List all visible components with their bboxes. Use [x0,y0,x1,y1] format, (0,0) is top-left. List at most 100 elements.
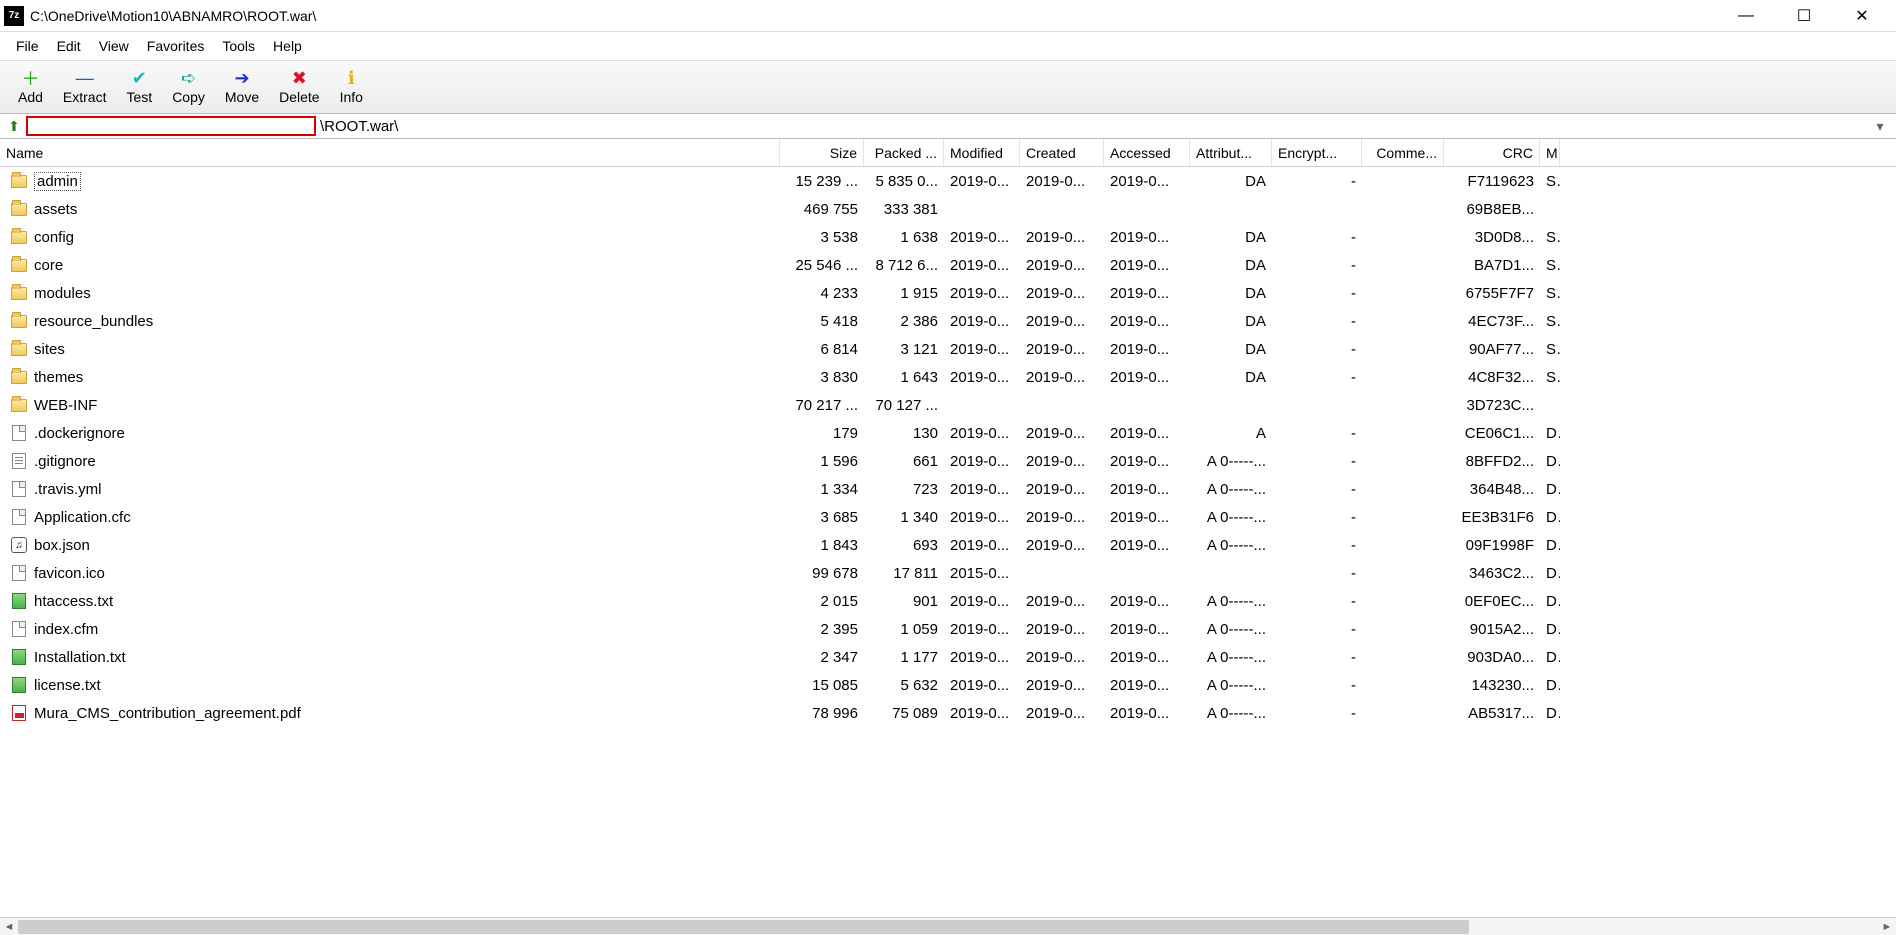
name-cell[interactable]: ♫box.json [0,536,780,554]
toolbar-move-button[interactable]: ➔Move [215,65,269,107]
toolbar-add-button[interactable]: ＋Add [8,65,53,107]
column-header-comme[interactable]: Comme... [1362,139,1444,166]
name-cell[interactable]: Application.cfc [0,508,780,526]
modified-cell: 2019-0... [944,173,1020,190]
menu-file[interactable]: File [8,36,47,56]
maximize-button[interactable]: ☐ [1784,2,1824,30]
column-header-encrypt[interactable]: Encrypt... [1272,139,1362,166]
file-row[interactable]: ♫box.json1 8436932019-0...2019-0...2019-… [0,531,1896,559]
file-name: .dockerignore [34,425,125,442]
name-cell[interactable]: config [0,228,780,246]
name-cell[interactable]: core [0,256,780,274]
close-button[interactable]: ✕ [1842,2,1882,30]
file-row[interactable]: resource_bundles5 4182 3862019-0...2019-… [0,307,1896,335]
toolbar-extract-button[interactable]: —Extract [53,65,117,107]
name-cell[interactable]: htaccess.txt [0,592,780,610]
file-row[interactable]: themes3 8301 6432019-0...2019-0...2019-0… [0,363,1896,391]
toolbar-info-button[interactable]: ℹInfo [330,65,373,107]
file-row[interactable]: htaccess.txt2 0159012019-0...2019-0...20… [0,587,1896,615]
m-cell: D [1540,593,1560,610]
column-header-m[interactable]: M [1540,139,1560,166]
path-text[interactable]: \ROOT.war\ [318,118,1868,135]
accessed-cell: 2019-0... [1104,621,1190,638]
name-cell[interactable]: assets [0,200,780,218]
created-cell: 2019-0... [1020,677,1104,694]
file-row[interactable]: .gitignore1 5966612019-0...2019-0...2019… [0,447,1896,475]
file-row[interactable]: favicon.ico99 67817 8112015-0...-3463C2.… [0,559,1896,587]
file-row[interactable]: Application.cfc3 6851 3402019-0...2019-0… [0,503,1896,531]
up-icon[interactable]: ⬆ [4,118,24,135]
name-cell[interactable]: license.txt [0,676,780,694]
file-row[interactable]: assets469 755333 38169B8EB... [0,195,1896,223]
name-cell[interactable]: WEB-INF [0,396,780,414]
toolbar-test-button[interactable]: ✔Test [117,65,163,107]
file-row[interactable]: index.cfm2 3951 0592019-0...2019-0...201… [0,615,1896,643]
name-cell[interactable]: .gitignore [0,452,780,470]
file-row[interactable]: .dockerignore1791302019-0...2019-0...201… [0,419,1896,447]
column-header-modified[interactable]: Modified [944,139,1020,166]
name-cell[interactable]: Installation.txt [0,648,780,666]
modified-cell: 2019-0... [944,481,1020,498]
column-header-attribut[interactable]: Attribut... [1190,139,1272,166]
enc-cell: - [1272,229,1362,246]
test-icon: ✔ [132,67,147,89]
file-row[interactable]: admin15 239 ...5 835 0...2019-0...2019-0… [0,167,1896,195]
file-row[interactable]: license.txt15 0855 6322019-0...2019-0...… [0,671,1896,699]
name-cell[interactable]: index.cfm [0,620,780,638]
menu-view[interactable]: View [91,36,137,56]
accessed-cell: 2019-0... [1104,425,1190,442]
scroll-track[interactable] [18,919,1878,935]
name-cell[interactable]: themes [0,368,780,386]
file-row[interactable]: sites6 8143 1212019-0...2019-0...2019-0.… [0,335,1896,363]
enc-cell: - [1272,705,1362,722]
attr-cell: A 0-----... [1190,593,1272,610]
menu-tools[interactable]: Tools [214,36,263,56]
file-name: sites [34,341,65,358]
menu-help[interactable]: Help [265,36,310,56]
file-name: Application.cfc [34,509,131,526]
scroll-left-icon[interactable]: ◄ [0,921,18,933]
minimize-button[interactable]: — [1726,2,1766,30]
column-header-packed[interactable]: Packed ... [864,139,944,166]
file-row[interactable]: config3 5381 6382019-0...2019-0...2019-0… [0,223,1896,251]
menu-favorites[interactable]: Favorites [139,36,213,56]
file-rows[interactable]: admin15 239 ...5 835 0...2019-0...2019-0… [0,167,1896,917]
column-header-accessed[interactable]: Accessed [1104,139,1190,166]
toolbar-label: Move [225,89,259,105]
folder-icon [10,368,28,386]
attr-cell: DA [1190,341,1272,358]
packed-cell: 1 638 [864,229,944,246]
name-cell[interactable]: resource_bundles [0,312,780,330]
menu-edit[interactable]: Edit [49,36,89,56]
horizontal-scrollbar[interactable]: ◄ ► [0,917,1896,935]
size-cell: 78 996 [780,705,864,722]
file-row[interactable]: WEB-INF70 217 ...70 127 ...3D723C... [0,391,1896,419]
name-cell[interactable]: sites [0,340,780,358]
path-dropdown-icon[interactable]: ▾ [1868,118,1892,135]
toolbar-delete-button[interactable]: ✖Delete [269,65,329,107]
column-header-name[interactable]: Name [0,139,780,166]
column-header-created[interactable]: Created [1020,139,1104,166]
packed-cell: 1 915 [864,285,944,302]
name-cell[interactable]: modules [0,284,780,302]
name-cell[interactable]: .dockerignore [0,424,780,442]
toolbar-copy-button[interactable]: ➪Copy [162,65,215,107]
file-name: .travis.yml [34,481,102,498]
column-header-size[interactable]: Size [780,139,864,166]
file-row[interactable]: modules4 2331 9152019-0...2019-0...2019-… [0,279,1896,307]
file-row[interactable]: core25 546 ...8 712 6...2019-0...2019-0.… [0,251,1896,279]
file-row[interactable]: .travis.yml1 3347232019-0...2019-0...201… [0,475,1896,503]
file-row[interactable]: Installation.txt2 3471 1772019-0...2019-… [0,643,1896,671]
column-header-crc[interactable]: CRC [1444,139,1540,166]
name-cell[interactable]: .travis.yml [0,480,780,498]
scroll-thumb[interactable] [18,920,1469,934]
file-name: WEB-INF [34,397,97,414]
scroll-right-icon[interactable]: ► [1878,921,1896,933]
column-headers: NameSizePacked ...ModifiedCreatedAccesse… [0,139,1896,167]
name-cell[interactable]: favicon.ico [0,564,780,582]
m-cell: D [1540,453,1560,470]
name-cell[interactable]: Mura_CMS_contribution_agreement.pdf [0,704,780,722]
name-cell[interactable]: admin [0,172,780,191]
file-row[interactable]: Mura_CMS_contribution_agreement.pdf78 99… [0,699,1896,727]
m-cell: S [1540,285,1560,302]
